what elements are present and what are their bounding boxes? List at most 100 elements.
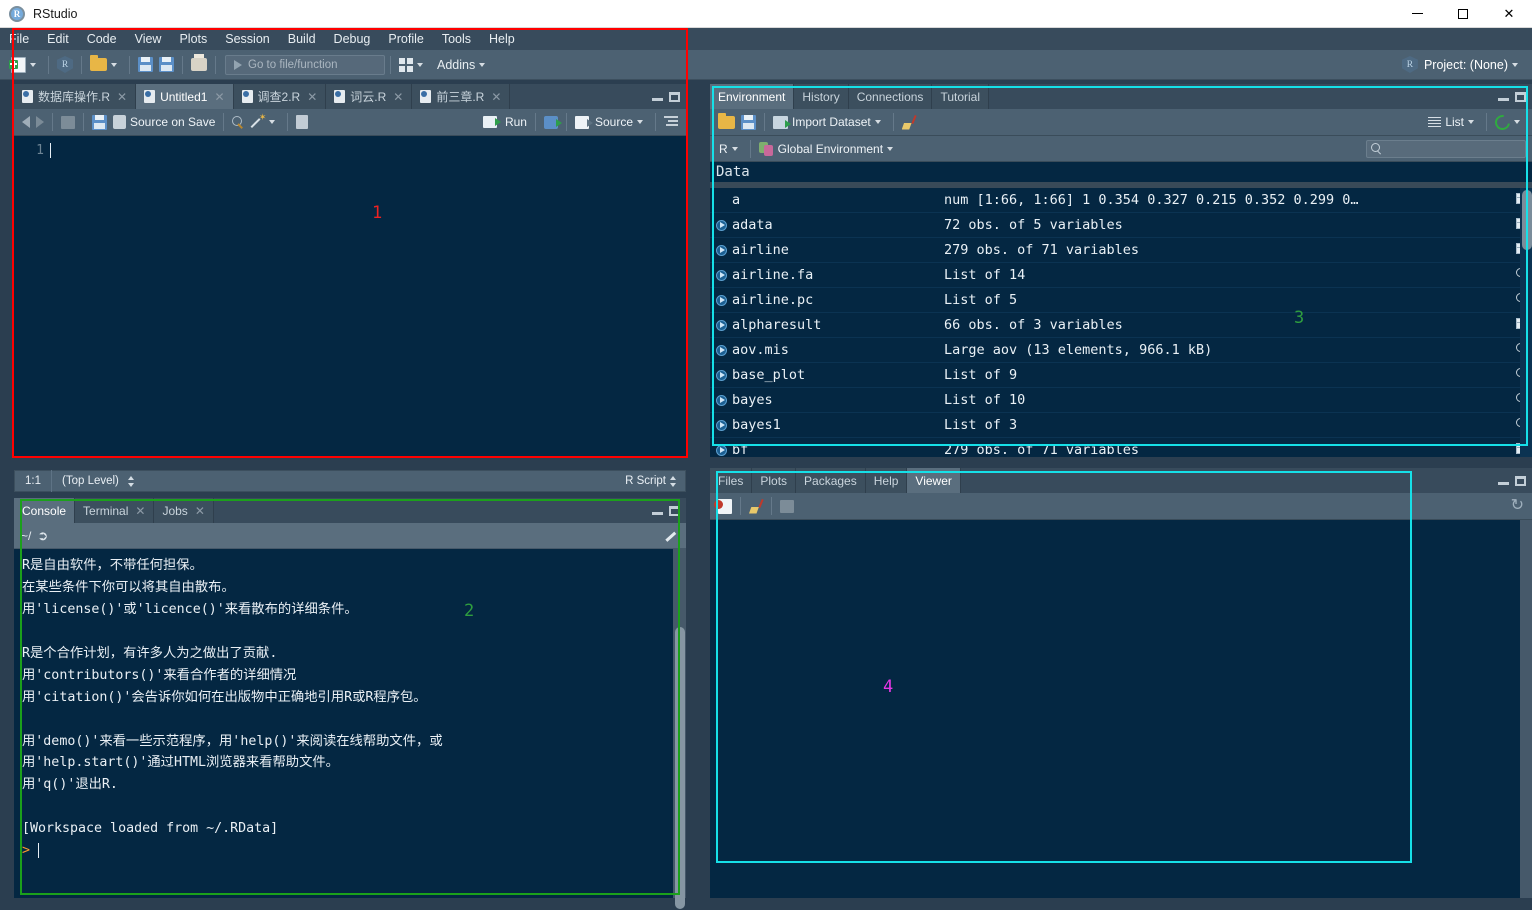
rerun-button[interactable] <box>541 109 562 135</box>
back-button[interactable] <box>19 109 33 135</box>
menu-view[interactable]: View <box>126 28 171 50</box>
close-tab-icon[interactable]: ✕ <box>491 90 501 104</box>
expand-icon[interactable] <box>716 294 727 306</box>
menu-profile[interactable]: Profile <box>379 28 432 50</box>
workspace-panes-button[interactable] <box>396 52 430 78</box>
forward-button[interactable] <box>33 109 47 135</box>
environment-search-input[interactable] <box>1366 139 1526 158</box>
tab-files[interactable]: Files <box>710 468 753 493</box>
menu-help[interactable]: Help <box>480 28 524 50</box>
close-tab-icon[interactable]: ✕ <box>307 90 317 104</box>
expand-icon[interactable] <box>716 369 727 381</box>
maximize-button[interactable] <box>1440 0 1486 28</box>
viewer-refresh-button[interactable]: ↻ <box>1508 493 1527 519</box>
clear-console-icon[interactable] <box>665 529 679 543</box>
maximize-pane-icon[interactable] <box>1515 91 1526 102</box>
maximize-pane-icon[interactable] <box>1515 475 1526 486</box>
tab-tutorial[interactable]: Tutorial <box>932 84 990 109</box>
maximize-pane-icon[interactable] <box>669 505 680 516</box>
close-tab-icon[interactable]: ✕ <box>214 90 224 104</box>
table-row[interactable]: bf 279 obs. of 71 variables <box>710 438 1532 457</box>
tab-terminal[interactable]: Terminal ✕ <box>75 498 155 523</box>
working-directory-label[interactable]: ~/ <box>21 529 31 543</box>
minimize-button[interactable] <box>1394 0 1440 28</box>
tab-viewer[interactable]: Viewer <box>907 468 961 493</box>
console-output[interactable]: R是自由软件，不带任何担保。 在某些条件下你可以将其自由散布。 用'licens… <box>14 549 686 898</box>
menu-edit[interactable]: Edit <box>38 28 78 50</box>
tab-connections[interactable]: Connections <box>848 84 933 109</box>
environment-view-mode[interactable]: List <box>1425 109 1481 135</box>
menu-build[interactable]: Build <box>279 28 325 50</box>
environment-scrollbar[interactable] <box>1520 188 1532 457</box>
table-row[interactable]: a num [1:66, 1:66] 1 0.354 0.327 0.215 0… <box>710 188 1532 213</box>
menu-tools[interactable]: Tools <box>433 28 480 50</box>
menu-debug[interactable]: Debug <box>325 28 380 50</box>
open-in-files-icon[interactable]: ➲ <box>37 528 48 544</box>
source-button[interactable]: Source <box>572 109 650 135</box>
expand-icon[interactable] <box>716 269 727 281</box>
new-file-button[interactable] <box>8 52 43 78</box>
expand-icon[interactable] <box>716 419 727 431</box>
print-button[interactable] <box>188 52 210 78</box>
expand-icon[interactable] <box>716 244 727 256</box>
goto-file-function-input[interactable]: Go to file/function <box>225 54 385 75</box>
language-selector[interactable]: R <box>716 136 745 162</box>
table-row[interactable]: aov.mis Large aov (13 elements, 966.1 kB… <box>710 338 1532 363</box>
open-file-button[interactable] <box>87 52 124 78</box>
expand-icon[interactable] <box>716 219 727 231</box>
menu-plots[interactable]: Plots <box>170 28 216 50</box>
new-project-button[interactable]: R <box>54 52 76 78</box>
table-row[interactable]: bayes List of 10 <box>710 388 1532 413</box>
import-dataset-button[interactable]: Import Dataset <box>770 109 888 135</box>
table-row[interactable]: bayes1 List of 3 <box>710 413 1532 438</box>
source-editor-body[interactable]: 1 1 <box>14 136 686 457</box>
minimize-pane-icon[interactable] <box>1498 93 1509 101</box>
save-all-button[interactable] <box>156 52 177 78</box>
tab-console[interactable]: Console <box>14 498 76 523</box>
menu-code[interactable]: Code <box>78 28 126 50</box>
viewer-content[interactable]: 4 <box>710 520 1532 898</box>
source-tab-3[interactable]: 词云.R ✕ <box>326 84 413 109</box>
source-tab-4[interactable]: 前三章.R ✕ <box>412 84 511 109</box>
environment-scrollbar-thumb[interactable] <box>1522 190 1532 250</box>
project-selector[interactable]: R Project: (None) <box>1401 56 1532 73</box>
viewer-publish-button[interactable] <box>777 493 797 519</box>
environment-object-list[interactable]: a num [1:66, 1:66] 1 0.354 0.327 0.215 0… <box>710 188 1532 457</box>
source-on-save-checkbox[interactable]: Source on Save <box>110 109 218 135</box>
close-tab-icon[interactable]: ✕ <box>117 90 127 104</box>
source-tab-1[interactable]: Untitled1 ✕ <box>136 84 234 109</box>
tab-plots[interactable]: Plots <box>752 468 797 493</box>
tab-history[interactable]: History <box>794 84 849 109</box>
source-tab-0[interactable]: 数据库操作.R ✕ <box>14 84 137 109</box>
console-scrollbar-thumb[interactable] <box>675 627 685 909</box>
viewer-clear-all-button[interactable] <box>746 493 766 519</box>
close-tab-icon[interactable]: ✕ <box>135 504 145 518</box>
source-tab-2[interactable]: 调查2.R ✕ <box>233 84 327 109</box>
expand-icon[interactable] <box>716 444 727 456</box>
tab-help[interactable]: Help <box>865 468 908 493</box>
show-in-new-window-button[interactable] <box>58 109 78 135</box>
minimize-pane-icon[interactable] <box>652 93 663 101</box>
expand-icon[interactable] <box>716 394 727 406</box>
document-outline-button[interactable] <box>661 109 681 135</box>
load-workspace-button[interactable] <box>715 109 738 135</box>
table-row[interactable]: airline 279 obs. of 71 variables <box>710 238 1532 263</box>
close-tab-icon[interactable]: ✕ <box>393 90 403 104</box>
save-workspace-button[interactable] <box>738 109 759 135</box>
menu-file[interactable]: File <box>0 28 38 50</box>
viewer-clear-button[interactable] <box>714 493 735 519</box>
save-button[interactable] <box>135 52 156 78</box>
table-row[interactable]: adata 72 obs. of 5 variables <box>710 213 1532 238</box>
close-button[interactable]: ✕ <box>1486 0 1532 28</box>
console-scrollbar[interactable] <box>673 549 686 909</box>
tab-jobs[interactable]: Jobs ✕ <box>154 498 214 523</box>
addins-button[interactable]: Addins <box>430 52 492 78</box>
menu-session[interactable]: Session <box>216 28 278 50</box>
code-tools-button[interactable] <box>248 109 282 135</box>
run-button[interactable]: Run <box>480 109 530 135</box>
clear-workspace-button[interactable] <box>899 109 919 135</box>
expand-icon[interactable] <box>716 319 727 331</box>
maximize-pane-icon[interactable] <box>669 91 680 102</box>
table-row[interactable]: airline.pc List of 5 <box>710 288 1532 313</box>
minimize-pane-icon[interactable] <box>1498 477 1509 485</box>
